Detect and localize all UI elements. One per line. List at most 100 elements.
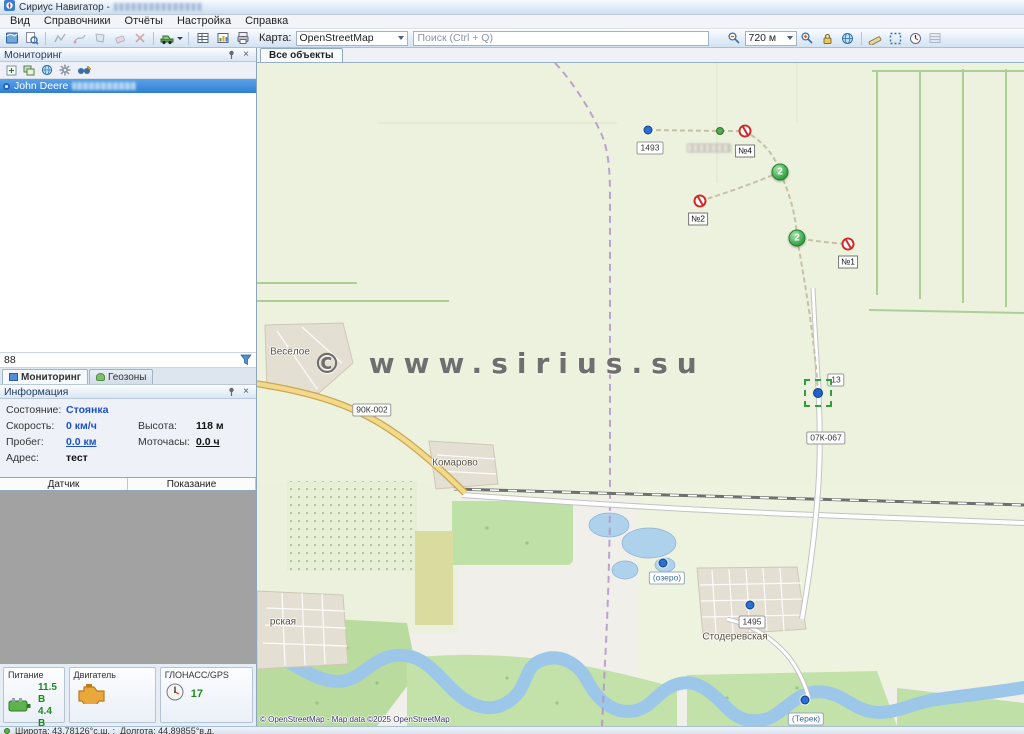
map-marker-selected[interactable] [813,388,823,398]
info-panel-header: Информация × [0,385,256,399]
power-gauge-label: Питание [8,670,60,680]
toolbar-separator [45,32,46,45]
zoom-level-select[interactable]: 720 м [745,31,797,46]
map-waypoint-label: №1 [838,256,858,269]
eraser-icon[interactable] [110,30,129,46]
close-icon[interactable]: × [240,386,252,398]
gauges-strip: Питание 11.5 В 4.4 В Двигатель ГЛОНАСС/G… [0,664,256,726]
map-area: Все объекты [257,48,1024,726]
pin-icon[interactable] [225,386,237,398]
expand-all-icon[interactable] [3,63,19,77]
map-tab-all-objects[interactable]: Все объекты [260,48,343,62]
map-marker-dot-blue[interactable] [746,601,755,610]
map-marker-dot-blue[interactable] [659,559,668,568]
select-area-icon[interactable] [886,30,905,46]
map-provider-select[interactable]: OpenStreetMap [296,31,408,46]
address-value: тест [66,452,256,464]
info-row-mileage-hours: Пробег: 0.0 км Моточасы: 0.0 ч [0,434,256,450]
panel-tabs: Мониторинг Геозоны [0,368,256,385]
info-panel-body: Состояние: Стоянка Скорость: 0 км/ч Высо… [0,399,256,477]
tree-row-selected[interactable]: John Deere [0,79,256,93]
tab-label: Геозоны [108,372,147,383]
gps-status-icon [4,728,10,734]
menu-bar: ВидСправочникиОтчётыНастройкаСправка [0,15,1024,29]
map-waypoint-label: №4 [735,145,755,158]
report-view-icon[interactable] [213,30,232,46]
power-main-voltage: 11.5 В [38,682,60,706]
left-panel: Мониторинг × John Deere 88 Мониторинг Гео… [0,48,257,726]
redacted-map-label [687,144,731,153]
ruler-icon[interactable] [866,30,885,46]
power-gauge: Питание 11.5 В 4.4 В [3,667,65,723]
sensor-column-header[interactable]: Датчик [0,478,128,490]
geozones-tab-icon [96,373,105,381]
clear-map-icon[interactable] [130,30,149,46]
state-label: Состояние: [6,404,66,416]
map-marker-dot-blue[interactable] [801,696,810,705]
app-icon [4,0,15,14]
show-on-map-globe-icon[interactable] [39,63,55,77]
pin-icon[interactable] [225,49,237,61]
hours-value[interactable]: 0.0 ч [196,436,256,448]
find-object-icon[interactable] [22,30,41,46]
status-latitude: Широта: 43.78126°с.ш. ; [15,727,115,734]
map-svg[interactable] [257,63,1024,726]
window-title: Сириус Навигатор - [19,2,110,13]
engine-icon [74,682,108,707]
sensor-value-column-header[interactable]: Показание [128,478,256,490]
map-road-badge: 1495 [739,616,766,629]
close-icon[interactable]: × [240,49,252,61]
objects-tree[interactable]: John Deere [0,79,256,352]
tab-monitoring[interactable]: Мониторинг [2,369,88,384]
map-provider-value: OpenStreetMap [300,32,374,44]
main-toolbar: Карта: OpenStreetMap 720 м [0,29,1024,48]
gnss-gauge-label: ГЛОНАСС/GPS [165,670,248,680]
altitude-value: 118 м [196,420,256,432]
menu-item-3[interactable]: Настройка [170,15,238,28]
map-marker-badge-green[interactable]: 2 [789,230,806,247]
new-map-icon[interactable] [2,30,21,46]
history-clock-icon[interactable] [906,30,925,46]
filter-value[interactable]: 88 [2,354,238,366]
search-input[interactable] [413,31,709,46]
globe-icon[interactable] [838,30,857,46]
tab-geozones[interactable]: Геозоны [89,369,154,384]
groups-icon[interactable] [21,63,37,77]
object-name: John Deere [14,80,68,92]
vehicle-menu-icon[interactable] [158,30,184,46]
title-bar: Сириус Навигатор - [0,0,1024,15]
map-marker-dot-blue[interactable] [644,126,653,135]
table-view-icon[interactable] [193,30,212,46]
map-tab-strip: Все объекты [257,48,1024,63]
app-window: { "window": { "title": "Сириус Навигатор… [0,0,1024,734]
binoculars-edit-icon[interactable] [75,63,93,77]
toolbar-separator [153,32,154,45]
lock-view-icon[interactable] [818,30,837,46]
polygon-icon[interactable] [90,30,109,46]
map-marker-dot-green[interactable] [716,127,724,135]
info-panel-title: Информация [4,386,68,398]
map-provider-label: Карта: [259,32,292,44]
filter-funnel-icon[interactable] [238,354,254,366]
menu-item-0[interactable]: Вид [3,15,37,28]
address-label: Адрес: [6,452,66,464]
menu-item-2[interactable]: Отчёты [118,15,170,28]
zoom-in-icon[interactable] [798,30,817,46]
menu-item-4[interactable]: Справка [238,15,295,28]
mileage-value[interactable]: 0.0 км [66,436,138,448]
zoom-out-icon[interactable] [725,30,744,46]
map-marker-badge-green[interactable]: 2 [772,164,789,181]
layers-icon[interactable] [926,30,945,46]
print-icon[interactable] [233,30,252,46]
map-canvas[interactable]: ВесёлоеКомаровоСтодеревскаярская(озеро)(… [257,63,1024,726]
chevron-down-icon [787,36,793,40]
object-filter-row[interactable]: 88 [0,352,256,368]
route-icon[interactable] [70,30,89,46]
settings-gear-icon[interactable] [57,63,73,77]
menu-item-1[interactable]: Справочники [37,15,118,28]
redacted-object-text [72,82,136,90]
info-row-state: Состояние: Стоянка [0,402,256,418]
track-icon[interactable] [50,30,69,46]
monitoring-panel-title: Мониторинг [4,49,62,61]
toolbar-separator [861,32,862,45]
